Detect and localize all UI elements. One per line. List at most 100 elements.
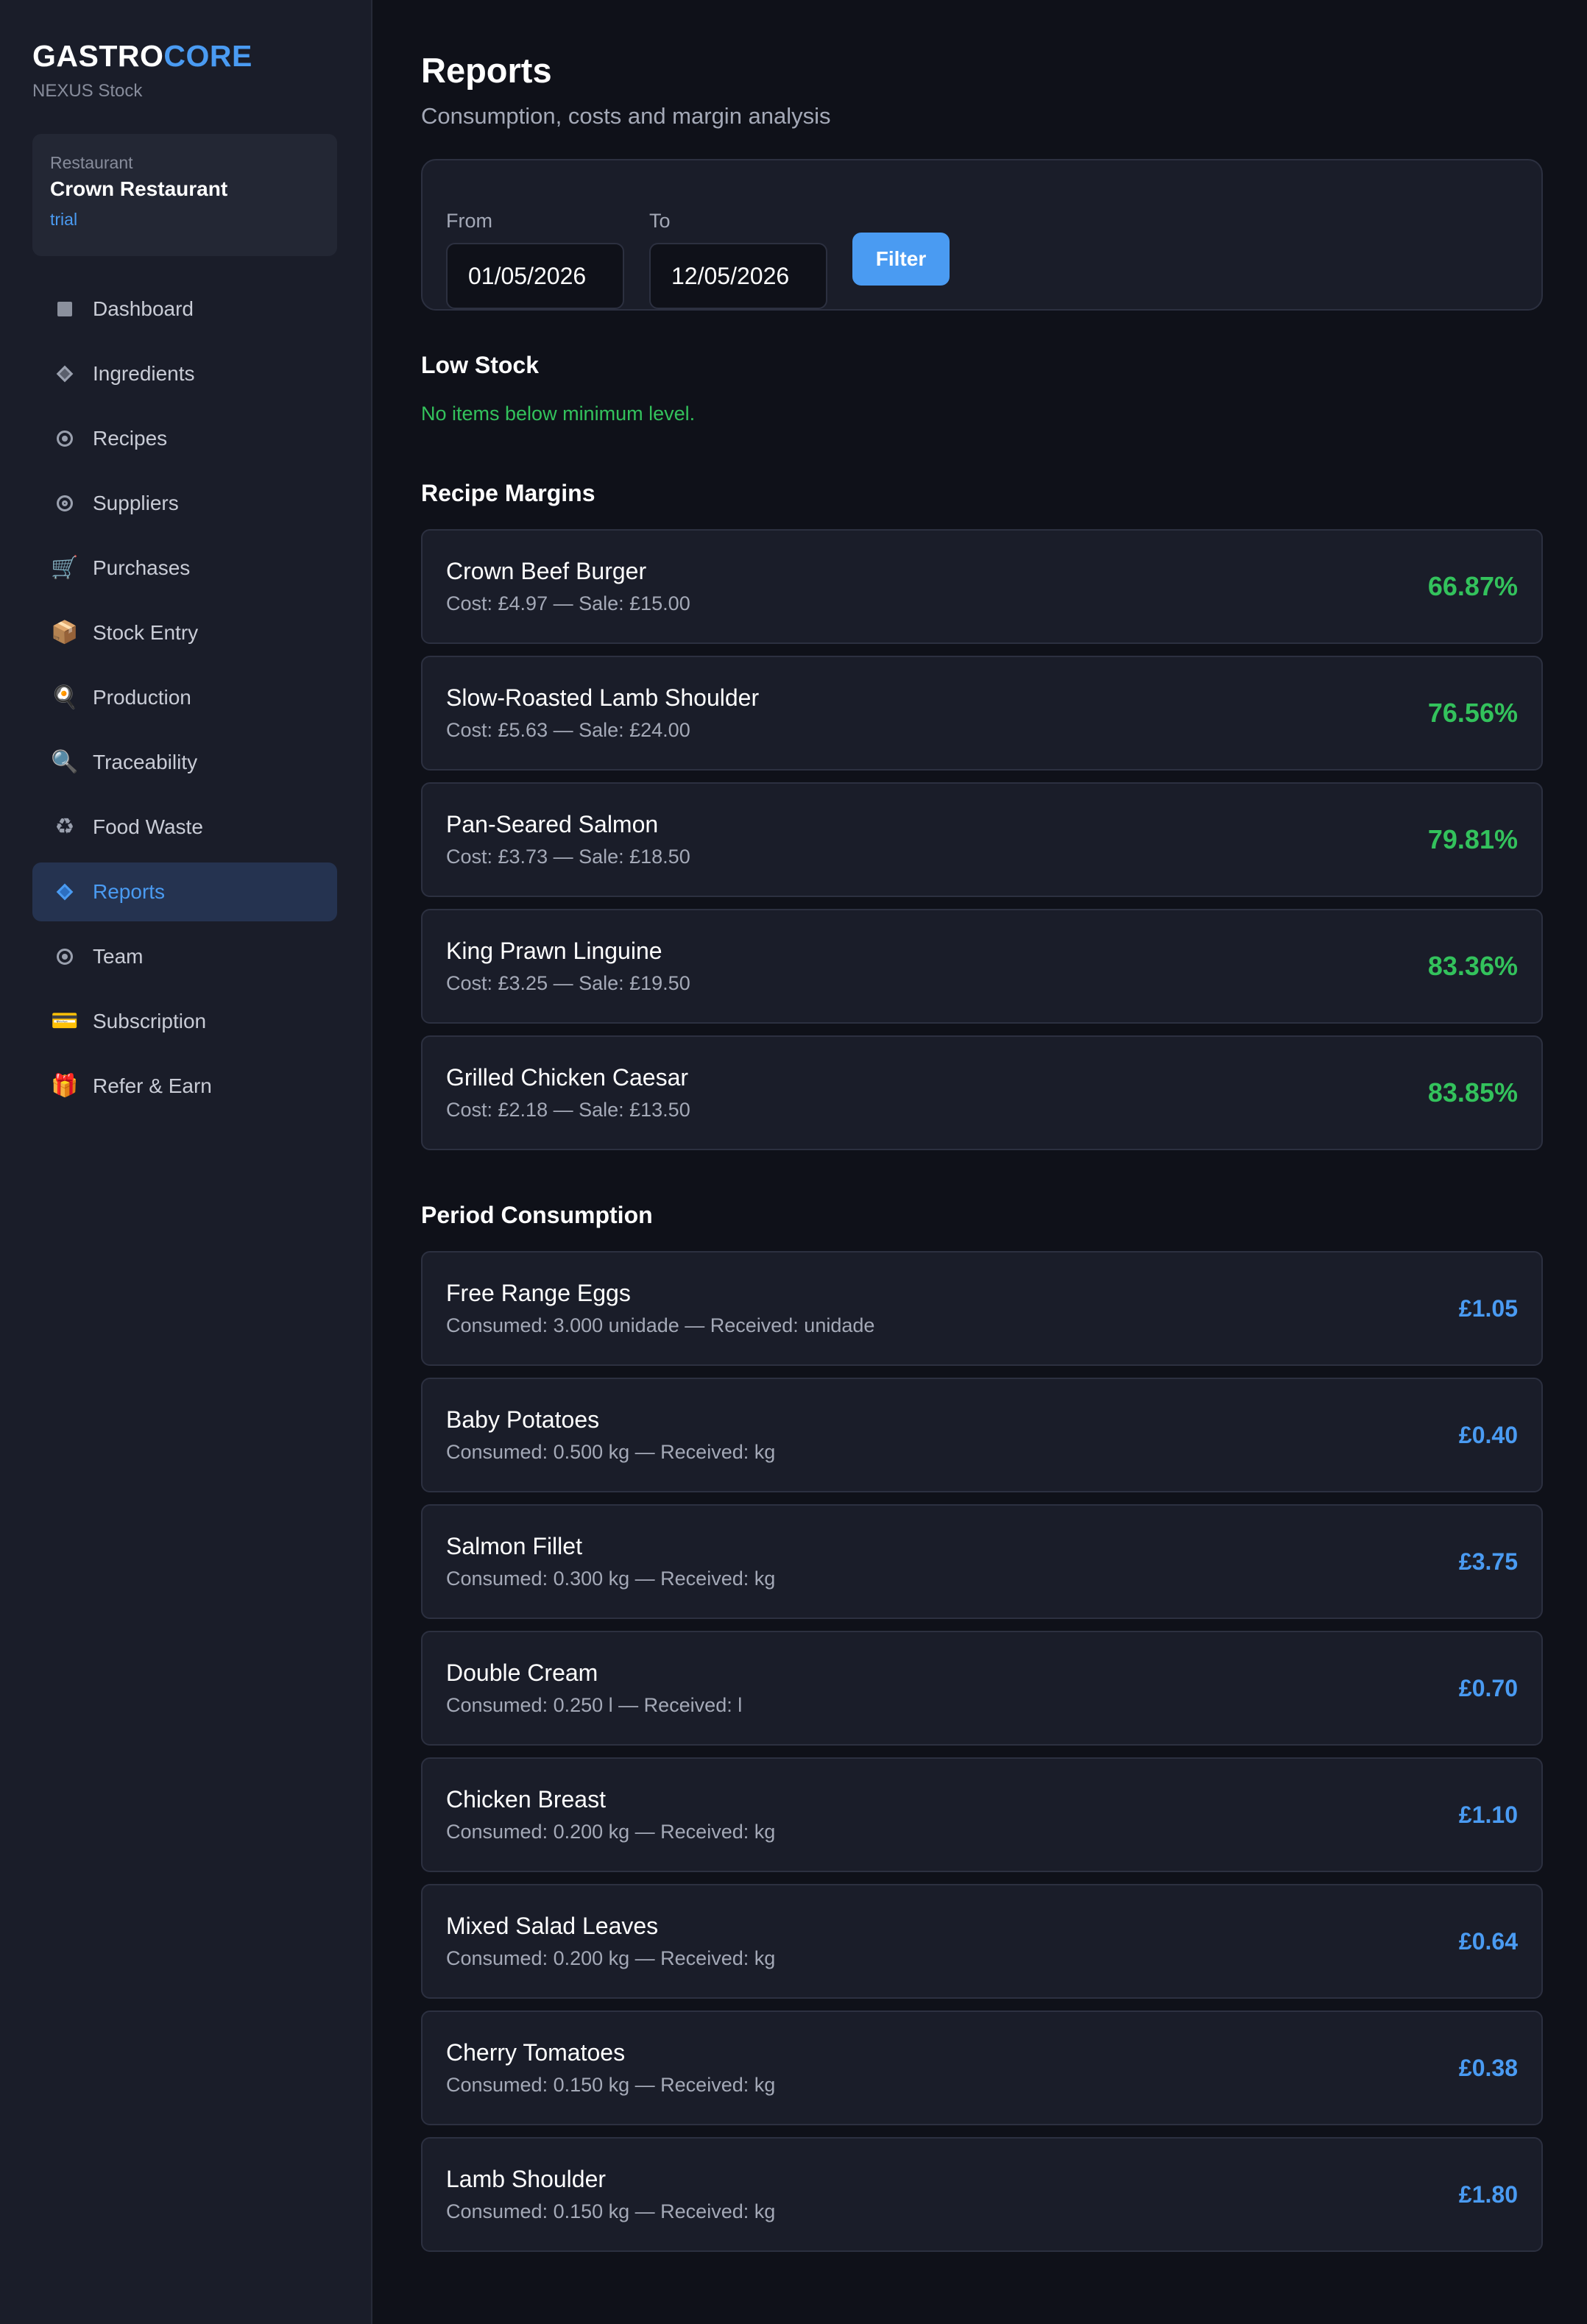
brand-logo-part2: CORE [163,39,252,73]
ingredient-consumption: Consumed: 0.150 kg — Received: kg [446,2074,776,2096]
recipe-cost-sale: Cost: £4.97 — Sale: £15.00 [446,592,690,614]
to-field: To [649,210,827,309]
ingredient-name: Cherry Tomatoes [446,2039,626,2066]
recipe-margins-list: Crown Beef Burger Cost: £4.97 — Sale: £1… [421,529,1543,1150]
sidebar-item-dashboard[interactable]: Dashboard [32,280,337,339]
from-field: From [446,210,624,309]
list-item: Slow-Roasted Lamb Shoulder Cost: £5.63 —… [421,656,1543,770]
recipe-margin-value: 79.81% [1427,824,1518,854]
sidebar-item-label: Traceability [93,751,198,773]
sidebar-item-label: Food Waste [93,815,203,838]
list-item: Salmon Fillet Consumed: 0.300 kg — Recei… [421,1504,1543,1619]
brand-logo: GASTROCORE [32,38,339,74]
sidebar-item-stock-entry[interactable]: 📦 Stock Entry [32,603,337,662]
app-root: GASTROCORE NEXUS Stock Restaurant Crown … [0,0,1587,2324]
recipe-cost-sale: Cost: £3.73 — Sale: £18.50 [446,846,690,868]
ingredient-name: Chicken Breast [446,1786,606,1813]
recipe-margins-title: Recipe Margins [421,480,595,506]
recipe-name: Slow-Roasted Lamb Shoulder [446,684,760,711]
recipe-name: King Prawn Linguine [446,938,662,964]
ingredient-cost-value: £1.10 [1458,1801,1518,1828]
ingredient-consumption: Consumed: 0.500 kg — Received: kg [446,1441,776,1463]
list-item: Baby Potatoes Consumed: 0.500 kg — Recei… [421,1378,1543,1492]
ingredient-name: Baby Potatoes [446,1406,600,1433]
restaurant-card: Restaurant Crown Restaurant trial [32,134,337,256]
brand-subtitle: NEXUS Stock [32,81,143,101]
list-item: Crown Beef Burger Cost: £4.97 — Sale: £1… [421,529,1543,644]
ring-icon [50,489,79,518]
credit-card-icon: 💳 [51,1009,79,1033]
ingredient-cost-value: £3.75 [1458,1548,1518,1575]
cart-icon: 🛒 [51,556,79,580]
sidebar-item-label: Team [93,945,144,968]
sidebar-nav: Dashboard Ingredients Recipes Suppliers … [32,280,339,1116]
list-item: Free Range Eggs Consumed: 3.000 unidade … [421,1251,1543,1366]
list-item: Pan-Seared Salmon Cost: £3.73 — Sale: £1… [421,782,1543,897]
sidebar-item-label: Refer & Earn [93,1074,212,1097]
list-item: Lamb Shoulder Consumed: 0.150 kg — Recei… [421,2137,1543,2252]
sidebar-item-label: Recipes [93,427,168,450]
recipe-name: Pan-Seared Salmon [446,811,659,837]
ingredient-cost-value: £0.38 [1458,2054,1518,2081]
ingredient-consumption: Consumed: 0.150 kg — Received: kg [446,2200,776,2222]
to-label: To [649,210,671,232]
to-date-input[interactable] [649,243,827,309]
restaurant-label: Restaurant [50,153,133,172]
main-content: Reports Consumption, costs and margin an… [372,0,1587,2324]
package-icon: 📦 [51,620,79,645]
ingredient-cost-value: £0.64 [1458,1927,1518,1955]
period-consumption-list: Free Range Eggs Consumed: 3.000 unidade … [421,1251,1543,2252]
filter-button[interactable]: Filter [852,233,950,286]
sidebar-item-suppliers[interactable]: Suppliers [32,474,337,533]
date-filter-card: From To Filter [421,159,1543,311]
sidebar-item-purchases[interactable]: 🛒 Purchases [32,539,337,598]
sidebar-item-team[interactable]: Team [32,927,337,986]
ingredient-consumption: Consumed: 0.250 l — Received: l [446,1694,743,1716]
recipe-cost-sale: Cost: £2.18 — Sale: £13.50 [446,1099,690,1121]
sidebar-item-food-waste[interactable]: ♻ Food Waste [32,798,337,857]
diamond-icon [50,359,79,389]
sidebar-item-recipes[interactable]: Recipes [32,409,337,468]
from-label: From [446,210,492,232]
ingredient-name: Double Cream [446,1659,598,1686]
list-item: Chicken Breast Consumed: 0.200 kg — Rece… [421,1757,1543,1872]
sidebar-item-subscription[interactable]: 💳 Subscription [32,992,337,1051]
sidebar-item-traceability[interactable]: 🔍 Traceability [32,733,337,792]
recipe-name: Crown Beef Burger [446,558,647,584]
ingredient-consumption: Consumed: 3.000 unidade — Received: unid… [446,1314,875,1336]
recipe-margin-value: 76.56% [1427,698,1518,728]
recipe-margin-value: 83.85% [1427,1077,1518,1108]
ingredient-cost-value: £1.05 [1458,1294,1518,1322]
sidebar-item-label: Stock Entry [93,621,199,644]
magnifier-icon: 🔍 [51,750,79,774]
square-icon [50,294,79,324]
brand-logo-part1: GASTRO [32,39,164,73]
sidebar-item-ingredients[interactable]: Ingredients [32,344,337,403]
sidebar: GASTROCORE NEXUS Stock Restaurant Crown … [0,0,372,2324]
page-title: Reports [421,51,552,90]
dot-icon [50,424,79,453]
ingredient-cost-value: £0.40 [1458,1421,1518,1448]
ingredient-cost-value: £1.80 [1458,2180,1518,2208]
from-date-input[interactable] [446,243,624,309]
ingredient-name: Free Range Eggs [446,1280,631,1306]
sidebar-item-label: Production [93,686,191,709]
sidebar-item-label: Subscription [93,1010,207,1032]
ingredient-consumption: Consumed: 0.200 kg — Received: kg [446,1947,776,1969]
ingredient-cost-value: £0.70 [1458,1674,1518,1701]
sidebar-item-label: Purchases [93,556,191,579]
gift-icon: 🎁 [51,1074,79,1098]
recipe-cost-sale: Cost: £5.63 — Sale: £24.00 [446,719,690,741]
restaurant-plan: trial [50,210,78,229]
ingredient-consumption: Consumed: 0.300 kg — Received: kg [446,1567,776,1590]
sidebar-item-refer-earn[interactable]: 🎁 Refer & Earn [32,1057,337,1116]
period-consumption-title: Period Consumption [421,1202,653,1228]
ingredient-name: Salmon Fillet [446,1533,582,1559]
low-stock-title: Low Stock [421,352,540,378]
ingredient-name: Mixed Salad Leaves [446,1913,659,1939]
sidebar-item-reports[interactable]: Reports [32,862,337,921]
sidebar-item-label: Reports [93,880,166,903]
ingredient-name: Lamb Shoulder [446,2166,607,2192]
list-item: Mixed Salad Leaves Consumed: 0.200 kg — … [421,1884,1543,1999]
sidebar-item-production[interactable]: 🍳 Production [32,668,337,727]
